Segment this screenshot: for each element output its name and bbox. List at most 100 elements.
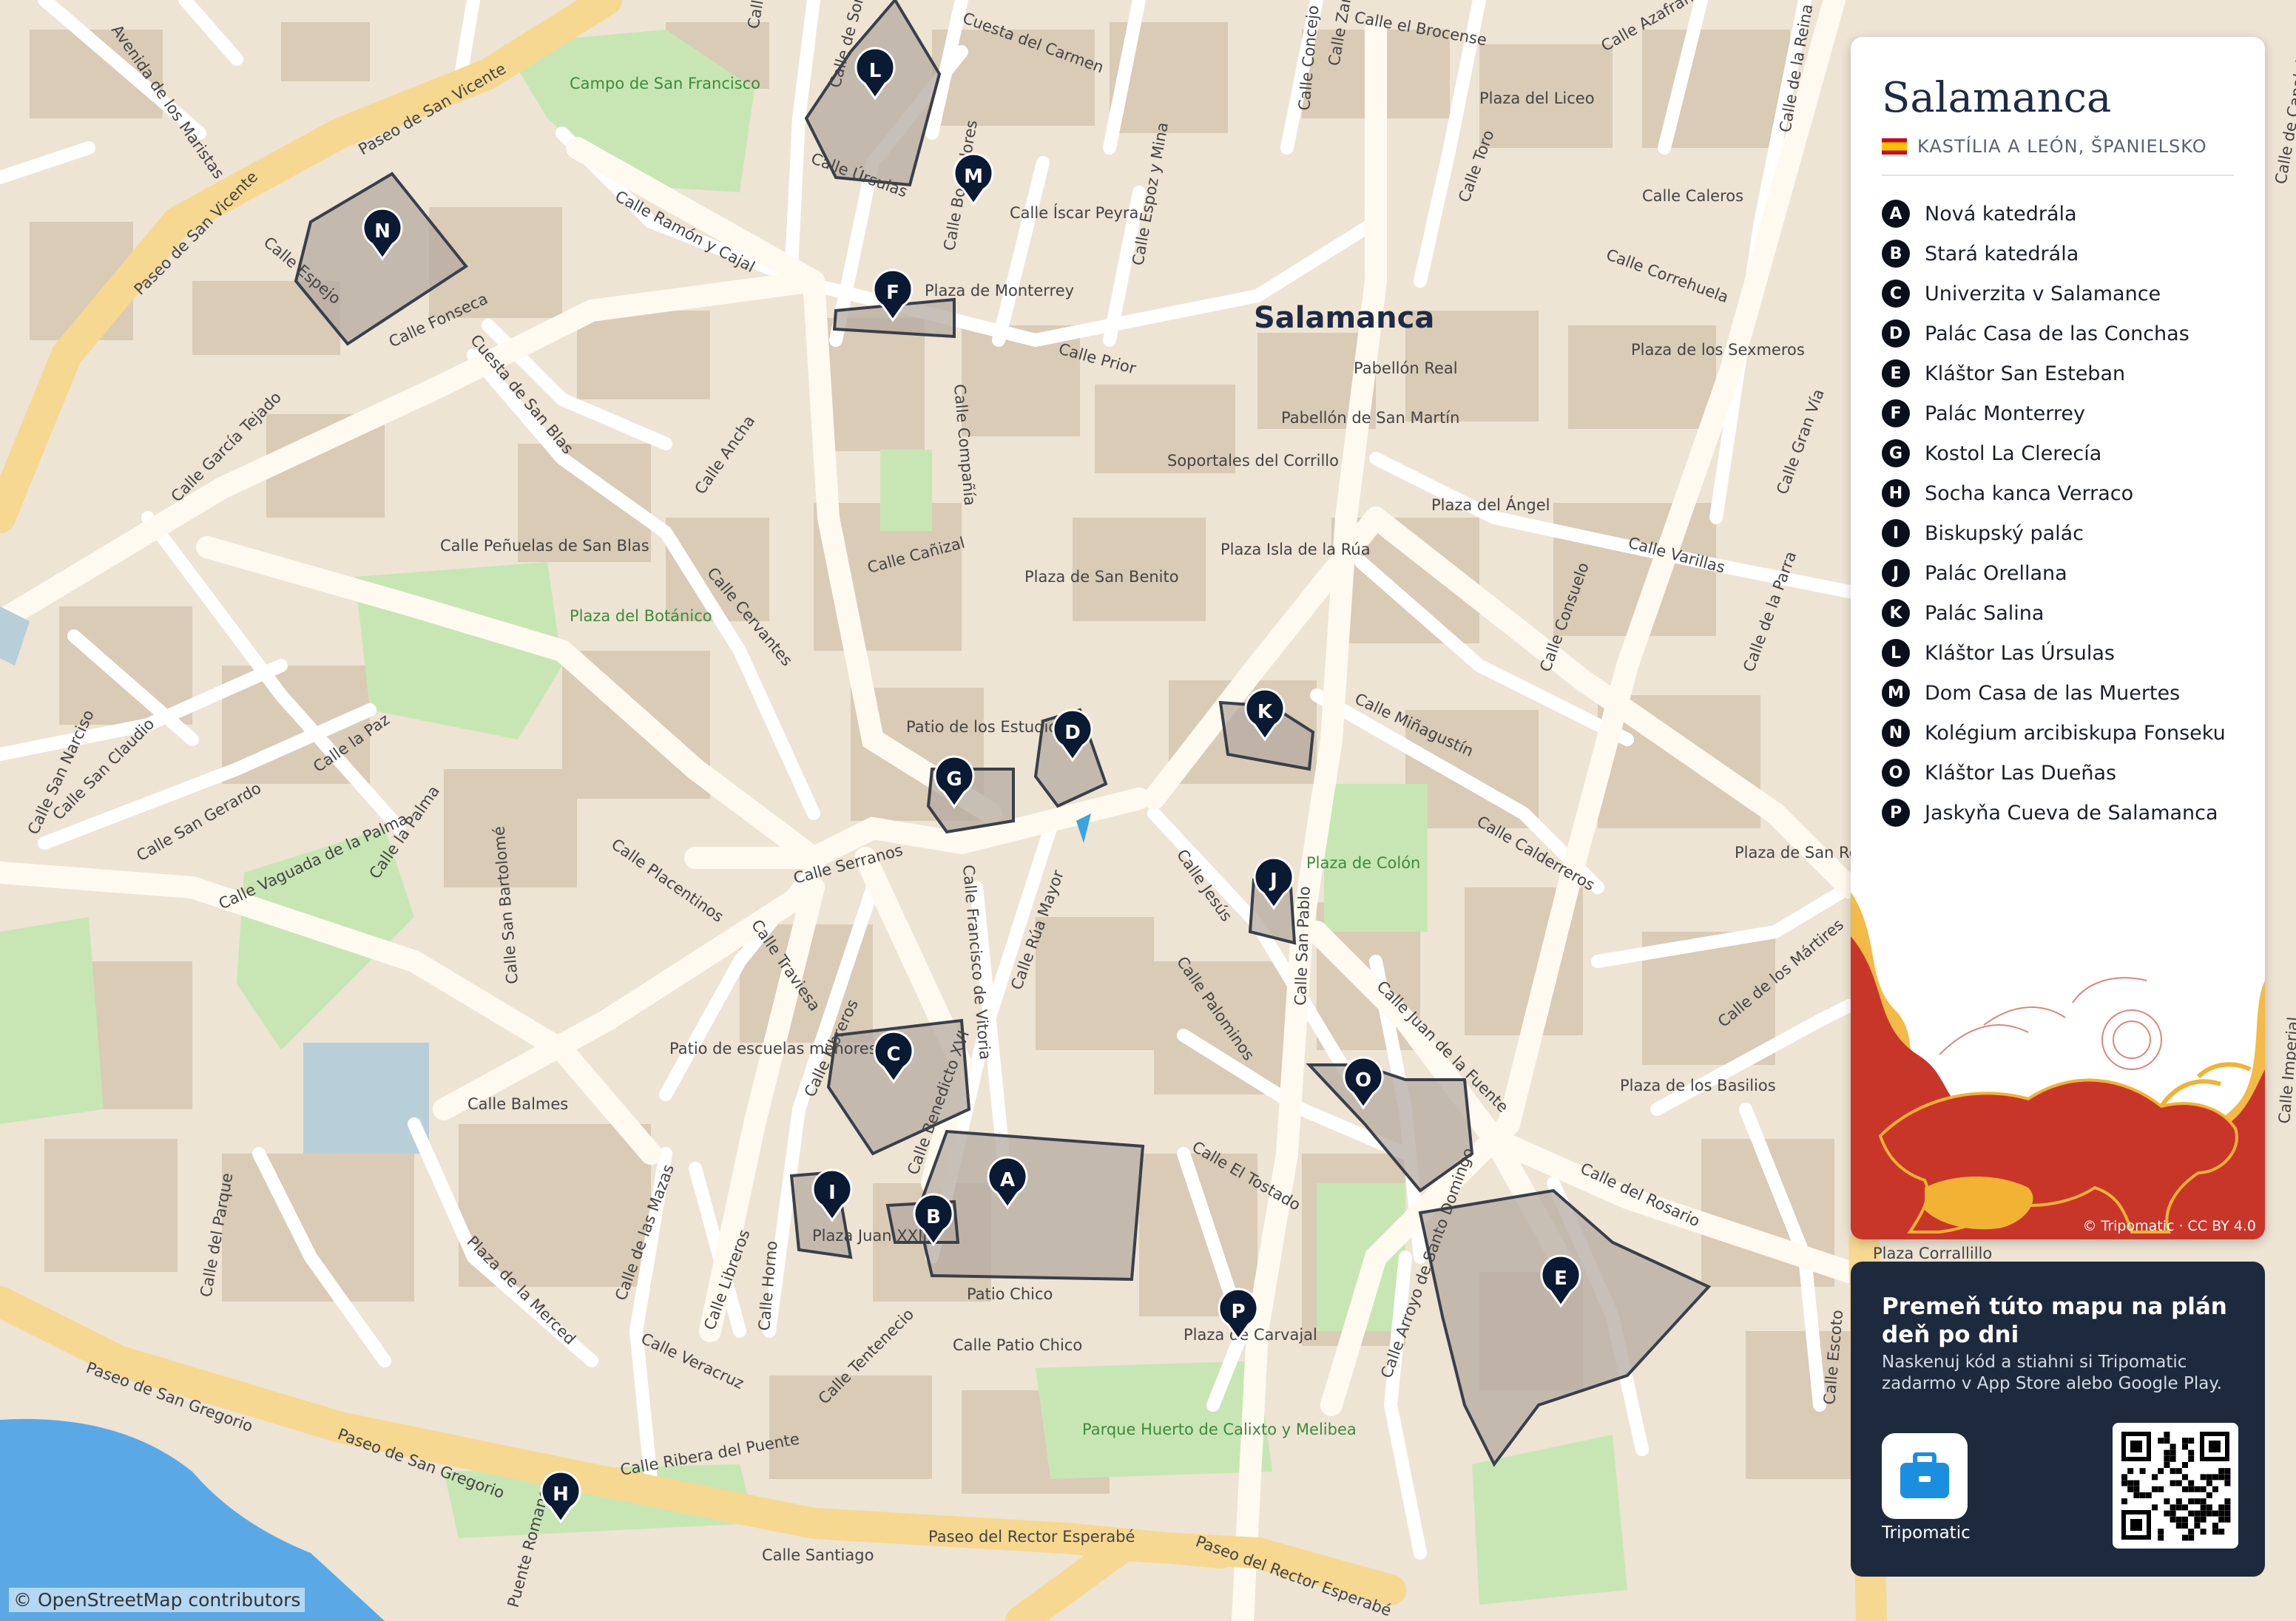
poi-list-item[interactable]: B Stará katedrála [1882,234,2226,274]
panel-divider [1882,175,2234,176]
poi-list-item[interactable]: D Palác Casa de las Conchas [1882,314,2226,353]
park-label: Plaza de Colón [1306,854,1420,872]
panel-region: KASTÍLIA A LEÓN, ŠPANIELSKO [1882,136,2207,157]
poi-letter-badge: H [1882,479,1910,507]
poi-letter-badge: K [1882,599,1910,627]
promo-card: Premeň túto mapu na plán deň po dni Nask… [1851,1262,2265,1577]
poi-name: Biskupský palác [1925,521,2084,545]
poi-name: Palác Orellana [1925,561,2067,585]
water-pool [303,1043,429,1154]
street-label: Calle Santiago [762,1546,874,1564]
city-map-label: Salamanca [1254,301,1434,335]
qr-code-icon[interactable] [2113,1423,2238,1549]
poi-list-item[interactable]: J Palác Orellana [1882,553,2226,593]
region-label: KASTÍLIA A LEÓN, ŠPANIELSKO [1917,136,2207,157]
poi-list-item[interactable]: A Nová katedrála [1882,194,2226,234]
street-label: Soportales del Corrillo [1167,452,1339,470]
street-label: Calle Patio Chico [953,1336,1082,1354]
street-label: Plaza de los Sexmeros [1631,341,1805,359]
park-label: Plaza del Botánico [570,607,712,625]
poi-name: Stará katedrála [1925,242,2079,265]
poi-list-item[interactable]: H Socha kanca Verraco [1882,473,2226,513]
poi-list: A Nová katedrála B Stará katedrála C Univerzi… [1882,194,2226,833]
marker-letter: G [946,768,962,791]
poi-name: Palác Casa de las Conchas [1925,322,2189,345]
poi-name: Kolégium arcibiskupa Fonseku [1925,721,2226,745]
poi-letter-badge: B [1882,240,1910,268]
poi-list-item[interactable]: O Kláštor Las Dueñas [1882,753,2226,793]
marker-letter: D [1064,722,1081,744]
park-label: Parque Huerto de Calixto y Melibea [1082,1421,1357,1438]
poi-list-item[interactable]: P Jaskyňa Cueva de Salamanca [1882,793,2226,833]
marker-letter: C [886,1043,900,1066]
poi-letter-badge: A [1882,200,1910,228]
street-label: Plaza del Ángel [1431,495,1550,514]
app-store-button[interactable] [1882,1433,1968,1519]
marker-letter: I [828,1182,836,1204]
poi-name: Kláštor San Esteban [1925,362,2126,385]
poi-name: Nová katedrála [1925,202,2077,226]
street-label: Patio de los Estudios [906,718,1066,736]
street-label: Plaza Juan XXIII [812,1227,932,1245]
street-label: Plaza del Liceo [1479,89,1595,107]
qr-code-graphic [2121,1432,2231,1541]
poi-name: Jaskyňa Cueva de Salamanca [1925,801,2218,825]
marker-letter: M [964,166,983,188]
poi-name: Kláštor Las Úrsulas [1925,641,2116,665]
street-label: Plaza Corrallillo [1873,1245,1992,1262]
artwork-credit: © Tripomatic · CC BY 4.0 [2082,1218,2256,1234]
legend-panel: Salamanca KASTÍLIA A LEÓN, ŠPANIELSKO AN… [1851,37,2265,1239]
bull-artwork: © Tripomatic · CC BY 4.0 [1851,892,2265,1239]
marker-letter: H [553,1483,569,1506]
promo-text: Naskenuj kód a stiahni si Tripomatic zad… [1882,1353,2222,1393]
poi-name: Palác Salina [1925,601,2045,625]
poi-list-item[interactable]: E Kláštor San Esteban [1882,353,2226,393]
poi-letter-badge: D [1882,319,1910,348]
street-label: Plaza de Monterrey [925,282,1074,300]
poi-name: Socha kanca Verraco [1925,481,2134,505]
poi-letter-badge: E [1882,359,1910,388]
street-label: Plaza Isla de la Rúa [1220,541,1371,558]
poi-letter-badge: F [1882,399,1910,427]
poi-list-item[interactable]: L Kláštor Las Úrsulas [1882,633,2226,673]
street-label: Paseo del Rector Esperabé [928,1528,1135,1546]
poi-letter-badge: M [1882,679,1910,707]
marker-letter: F [886,282,899,304]
street-label: Plaza de Carvajal [1184,1326,1317,1344]
app-label: Tripomatic [1882,1523,1971,1543]
poi-name: Dom Casa de las Muertes [1925,681,2181,705]
poi-letter-badge: G [1882,439,1910,467]
poi-letter-badge: L [1882,639,1910,667]
promo-title: Premeň túto mapu na plán deň po dni [1882,1293,2227,1348]
osm-attribution[interactable]: © OpenStreetMap contributors [9,1588,305,1612]
poi-list-item[interactable]: N Kolégium arcibiskupa Fonseku [1882,713,2226,753]
poi-name: Kláštor Las Dueñas [1925,761,2117,785]
suitcase-icon [1900,1452,1949,1498]
poi-name: Univerzita v Salamance [1925,282,2161,305]
street-label: Pabellón Real [1354,359,1458,377]
street-label: Patio de escuelas menores [669,1040,877,1057]
street-label: Plaza de San Benito [1024,568,1179,586]
poi-list-item[interactable]: C Univerzita v Salamance [1882,274,2226,314]
poi-letter-badge: C [1882,280,1910,308]
poi-list-item[interactable]: K Palác Salina [1882,593,2226,633]
marker-letter: N [374,220,391,243]
marker-letter: P [1231,1301,1245,1323]
poi-name: Palác Monterrey [1925,402,2085,425]
marker-letter: K [1257,701,1273,723]
poi-list-item[interactable]: G Kostol La Clerecía [1882,433,2226,473]
street-label: Calle Caleros [1642,187,1743,205]
street-label: Calle Peñuelas de San Blas [440,537,649,555]
street-label: Pabellón de San Martín [1281,409,1459,427]
spain-flag-icon [1882,138,1907,155]
poi-list-item[interactable]: F Palác Monterrey [1882,393,2226,433]
marker-letter: O [1355,1069,1371,1092]
street-label: Calle Balmes [467,1095,568,1113]
poi-name: Kostol La Clerecía [1925,441,2102,465]
poi-list-item[interactable]: I Biskupský palác [1882,513,2226,553]
marker-letter: B [926,1206,941,1228]
street-label: Patio Chico [967,1285,1053,1303]
marker-letter: J [1269,870,1277,892]
poi-list-item[interactable]: M Dom Casa de las Muertes [1882,673,2226,713]
poi-letter-badge: I [1882,519,1910,547]
